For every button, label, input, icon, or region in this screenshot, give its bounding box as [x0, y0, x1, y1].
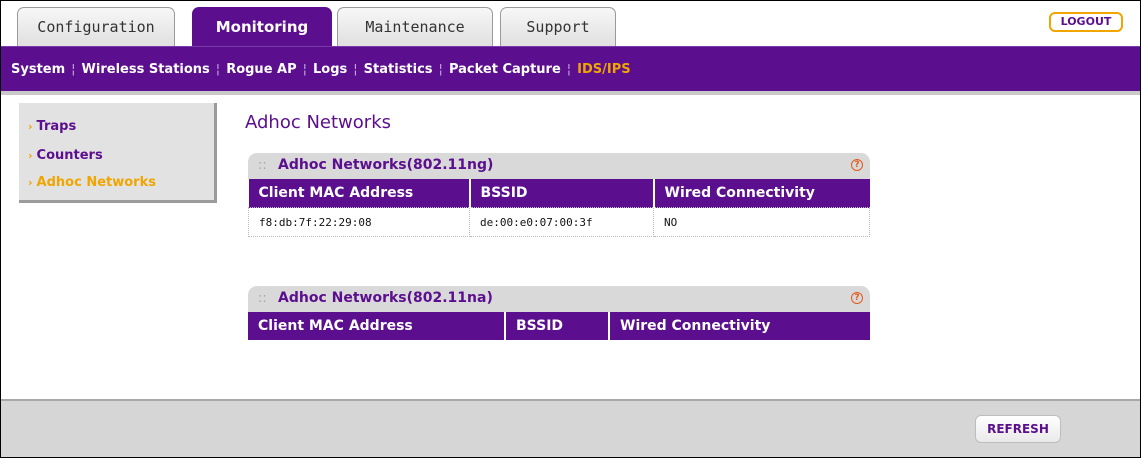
- top-tab-bar: Configuration Monitoring Maintenance Sup…: [1, 1, 1140, 46]
- sidebar-item-label: Traps: [36, 119, 77, 134]
- drag-grip-icon: ::: [258, 291, 267, 306]
- tab-monitoring[interactable]: Monitoring: [192, 7, 332, 46]
- sub-navigation: System ¦ Wireless Stations ¦ Rogue AP ¦ …: [1, 46, 1140, 92]
- drag-grip-icon: ::: [258, 158, 267, 173]
- panel-title: Adhoc Networks(802.11na): [278, 290, 493, 306]
- panel-adhoc-ng: :: Adhoc Networks(802.11ng) ? Client MAC…: [248, 153, 870, 237]
- cell-wired-connectivity: NO: [653, 207, 870, 237]
- tab-configuration[interactable]: Configuration: [17, 7, 175, 46]
- sidebar-item-label: Adhoc Networks: [36, 175, 156, 190]
- refresh-button[interactable]: REFRESH: [975, 415, 1061, 443]
- panel-title: Adhoc Networks(802.11ng): [278, 157, 494, 173]
- tab-maintenance[interactable]: Maintenance: [337, 7, 493, 46]
- subnav-packet-capture[interactable]: Packet Capture: [443, 62, 567, 77]
- panel-header: :: Adhoc Networks(802.11na) ?: [248, 286, 870, 312]
- help-icon[interactable]: ?: [851, 292, 863, 304]
- column-header-wired-connectivity: Wired Connectivity: [653, 179, 870, 208]
- help-icon[interactable]: ?: [851, 159, 863, 171]
- subnav-wireless-stations[interactable]: Wireless Stations: [76, 62, 216, 77]
- chevron-right-icon: ›: [28, 120, 33, 133]
- column-header-client-mac: Client MAC Address: [248, 312, 506, 340]
- subnav-statistics[interactable]: Statistics: [358, 62, 439, 77]
- sidebar-menu: › Traps › Counters › Adhoc Networks: [19, 103, 217, 203]
- tab-support[interactable]: Support: [500, 7, 616, 46]
- sidebar-item-traps[interactable]: › Traps: [28, 119, 76, 134]
- chevron-right-icon: ›: [28, 149, 33, 162]
- subnav-system[interactable]: System: [5, 62, 71, 77]
- subnav-divider: [1, 91, 1140, 95]
- logout-button[interactable]: LOGOUT: [1049, 12, 1123, 32]
- cell-client-mac: f8:db:7f:22:29:08: [248, 207, 470, 237]
- table-header-row: Client MAC Address BSSID Wired Connectiv…: [248, 179, 870, 208]
- table-header-row: Client MAC Address BSSID Wired Connectiv…: [248, 312, 870, 340]
- page-title: Adhoc Networks: [245, 112, 391, 133]
- subnav-logs[interactable]: Logs: [307, 62, 353, 77]
- adhoc-na-table: Client MAC Address BSSID Wired Connectiv…: [248, 312, 870, 340]
- panel-header: :: Adhoc Networks(802.11ng) ?: [248, 153, 870, 179]
- footer-bar: REFRESH: [1, 399, 1140, 457]
- column-header-wired-connectivity: Wired Connectivity: [609, 312, 870, 340]
- chevron-right-icon: ›: [28, 176, 33, 189]
- panel-adhoc-na: :: Adhoc Networks(802.11na) ? Client MAC…: [248, 286, 870, 340]
- column-header-bssid: BSSID: [505, 312, 610, 340]
- column-header-bssid: BSSID: [469, 179, 655, 208]
- sidebar-item-counters[interactable]: › Counters: [28, 148, 103, 163]
- page-frame: Configuration Monitoring Maintenance Sup…: [0, 0, 1141, 458]
- subnav-rogue-ap[interactable]: Rogue AP: [220, 62, 302, 77]
- subnav-ids-ips[interactable]: IDS/IPS: [571, 62, 636, 77]
- column-header-client-mac: Client MAC Address: [248, 179, 471, 208]
- sidebar-item-label: Counters: [36, 148, 103, 163]
- cell-bssid: de:00:e0:07:00:3f: [469, 207, 654, 237]
- table-row: f8:db:7f:22:29:08 de:00:e0:07:00:3f NO: [248, 207, 870, 237]
- sidebar-item-adhoc-networks[interactable]: › Adhoc Networks: [28, 175, 156, 190]
- adhoc-ng-table: Client MAC Address BSSID Wired Connectiv…: [248, 179, 870, 237]
